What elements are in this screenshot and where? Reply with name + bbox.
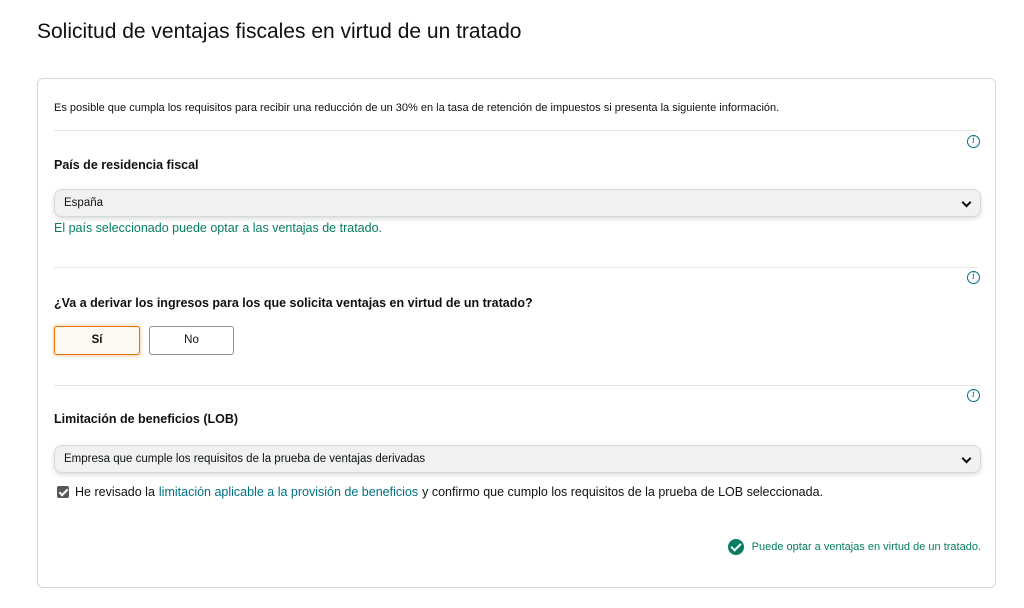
no-button[interactable]: No	[149, 326, 234, 355]
info-icon[interactable]: i	[967, 271, 980, 284]
intro-text: Es posible que cumpla los requisitos par…	[54, 102, 780, 114]
chevron-down-icon	[961, 197, 972, 208]
residence-eligibility-message: El país seleccionado puede optar a las v…	[54, 221, 382, 235]
divider	[54, 267, 978, 268]
residence-country-select[interactable]: España	[54, 189, 981, 217]
info-icon[interactable]: i	[967, 389, 980, 402]
checkbox-suffix-text: y confirmo que cumplo los requisitos de …	[422, 485, 824, 499]
chevron-down-icon	[961, 453, 972, 464]
yes-button[interactable]: Sí	[54, 326, 140, 355]
eligibility-message: Puede optar a ventajas en virtud de un t…	[751, 541, 981, 553]
lob-confirmation-row: He revisado la limitación aplicable a la…	[57, 485, 823, 499]
divider	[54, 130, 978, 131]
treaty-eligibility-status: Puede optar a ventajas en virtud de un t…	[727, 539, 981, 555]
checkbox-prefix-text: He revisado la	[75, 485, 155, 499]
lob-select[interactable]: Empresa que cumple los requisitos de la …	[54, 445, 981, 473]
lob-selected-value: Empresa que cumple los requisitos de la …	[64, 453, 426, 465]
lob-confirmation-checkbox[interactable]	[57, 486, 69, 498]
lob-label: Limitación de beneficios (LOB)	[54, 412, 239, 426]
page-title: Solicitud de ventajas fiscales en virtud…	[37, 20, 522, 43]
residence-selected-value: España	[64, 197, 104, 209]
lob-provision-link[interactable]: limitación aplicable a la provisión de b…	[159, 485, 418, 499]
residence-label: País de residencia fiscal	[54, 158, 199, 172]
check-circle-icon	[727, 539, 744, 555]
treaty-benefits-card: Es posible que cumpla los requisitos par…	[37, 78, 996, 588]
derive-income-label: ¿Va a derivar los ingresos para los que …	[54, 296, 533, 310]
divider	[54, 385, 978, 386]
info-icon[interactable]: i	[967, 135, 980, 148]
